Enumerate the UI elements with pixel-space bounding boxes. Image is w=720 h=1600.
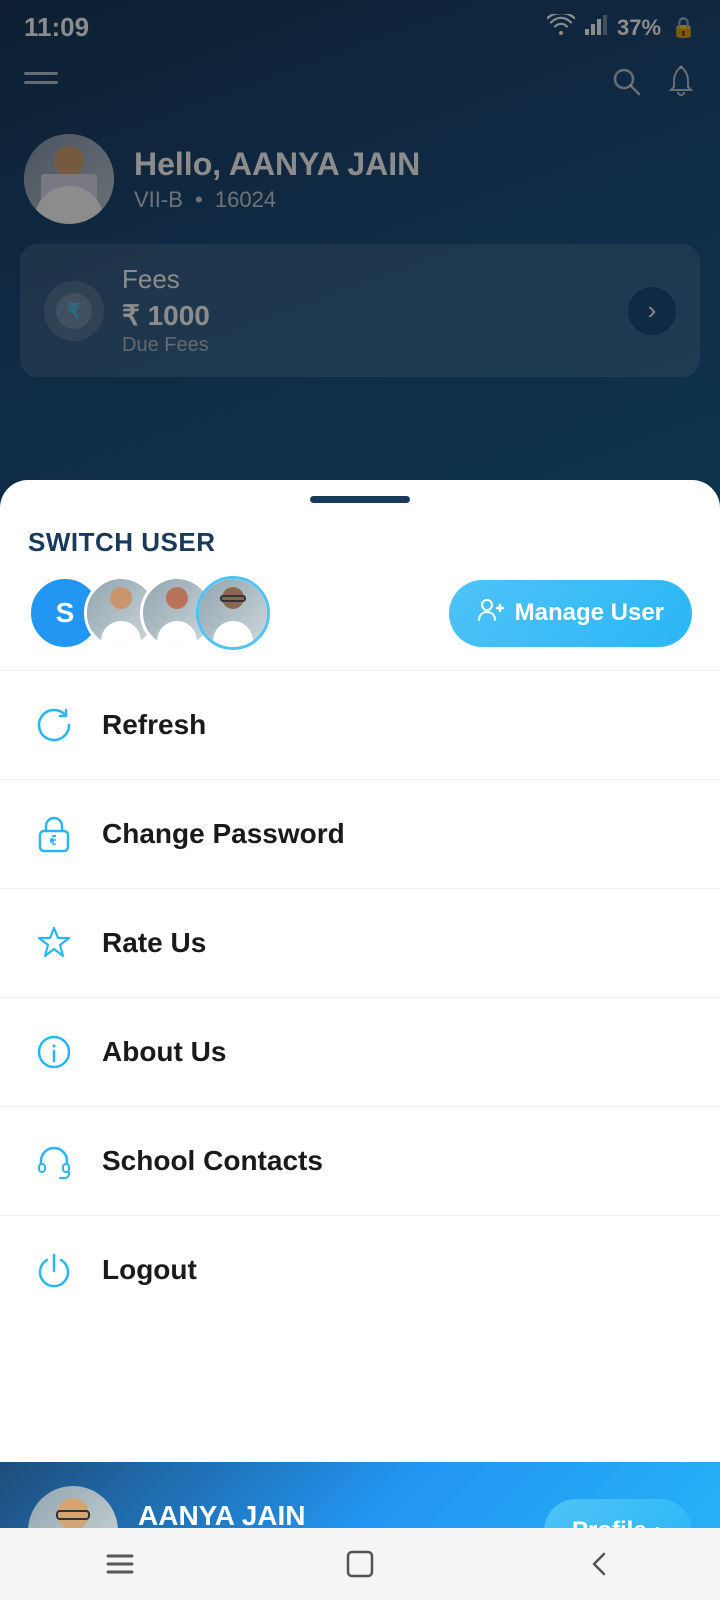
back-button[interactable] <box>570 1534 630 1594</box>
info-icon <box>28 1026 80 1078</box>
recents-button[interactable] <box>90 1534 150 1594</box>
menu-item-about-us[interactable]: About Us <box>0 998 720 1107</box>
user-avatar-4-active[interactable] <box>196 576 270 650</box>
headset-icon <box>28 1135 80 1187</box>
bottom-sheet: SWITCH USER S <box>0 480 720 1600</box>
menu-item-logout[interactable]: Logout <box>0 1216 720 1324</box>
menu-item-school-contacts[interactable]: School Contacts <box>0 1107 720 1216</box>
refresh-label: Refresh <box>102 709 206 741</box>
switch-user-title: SWITCH USER <box>28 527 692 558</box>
refresh-icon <box>28 699 80 751</box>
menu-list: Refresh Change Password <box>0 671 720 1462</box>
switch-user-row: S <box>28 576 692 650</box>
manage-user-icon <box>477 596 505 631</box>
lock-icon <box>28 808 80 860</box>
android-nav-bar <box>0 1528 720 1600</box>
manage-user-label: Manage User <box>515 599 664 627</box>
logout-label: Logout <box>102 1254 197 1286</box>
menu-item-rate-us[interactable]: Rate Us <box>0 889 720 998</box>
power-icon <box>28 1244 80 1296</box>
rate-us-label: Rate Us <box>102 927 206 959</box>
school-contacts-label: School Contacts <box>102 1145 323 1177</box>
switch-user-section: SWITCH USER S <box>0 511 720 671</box>
star-icon <box>28 917 80 969</box>
manage-user-button[interactable]: Manage User <box>449 580 692 647</box>
menu-item-change-password[interactable]: Change Password <box>0 780 720 889</box>
home-button[interactable] <box>330 1534 390 1594</box>
sheet-handle-area <box>0 480 720 511</box>
user-avatars-list: S <box>28 576 252 650</box>
menu-item-refresh[interactable]: Refresh <box>0 671 720 780</box>
overlay-dim <box>0 0 720 560</box>
sheet-handle <box>310 496 410 503</box>
change-password-label: Change Password <box>102 818 345 850</box>
about-us-label: About Us <box>102 1036 226 1068</box>
